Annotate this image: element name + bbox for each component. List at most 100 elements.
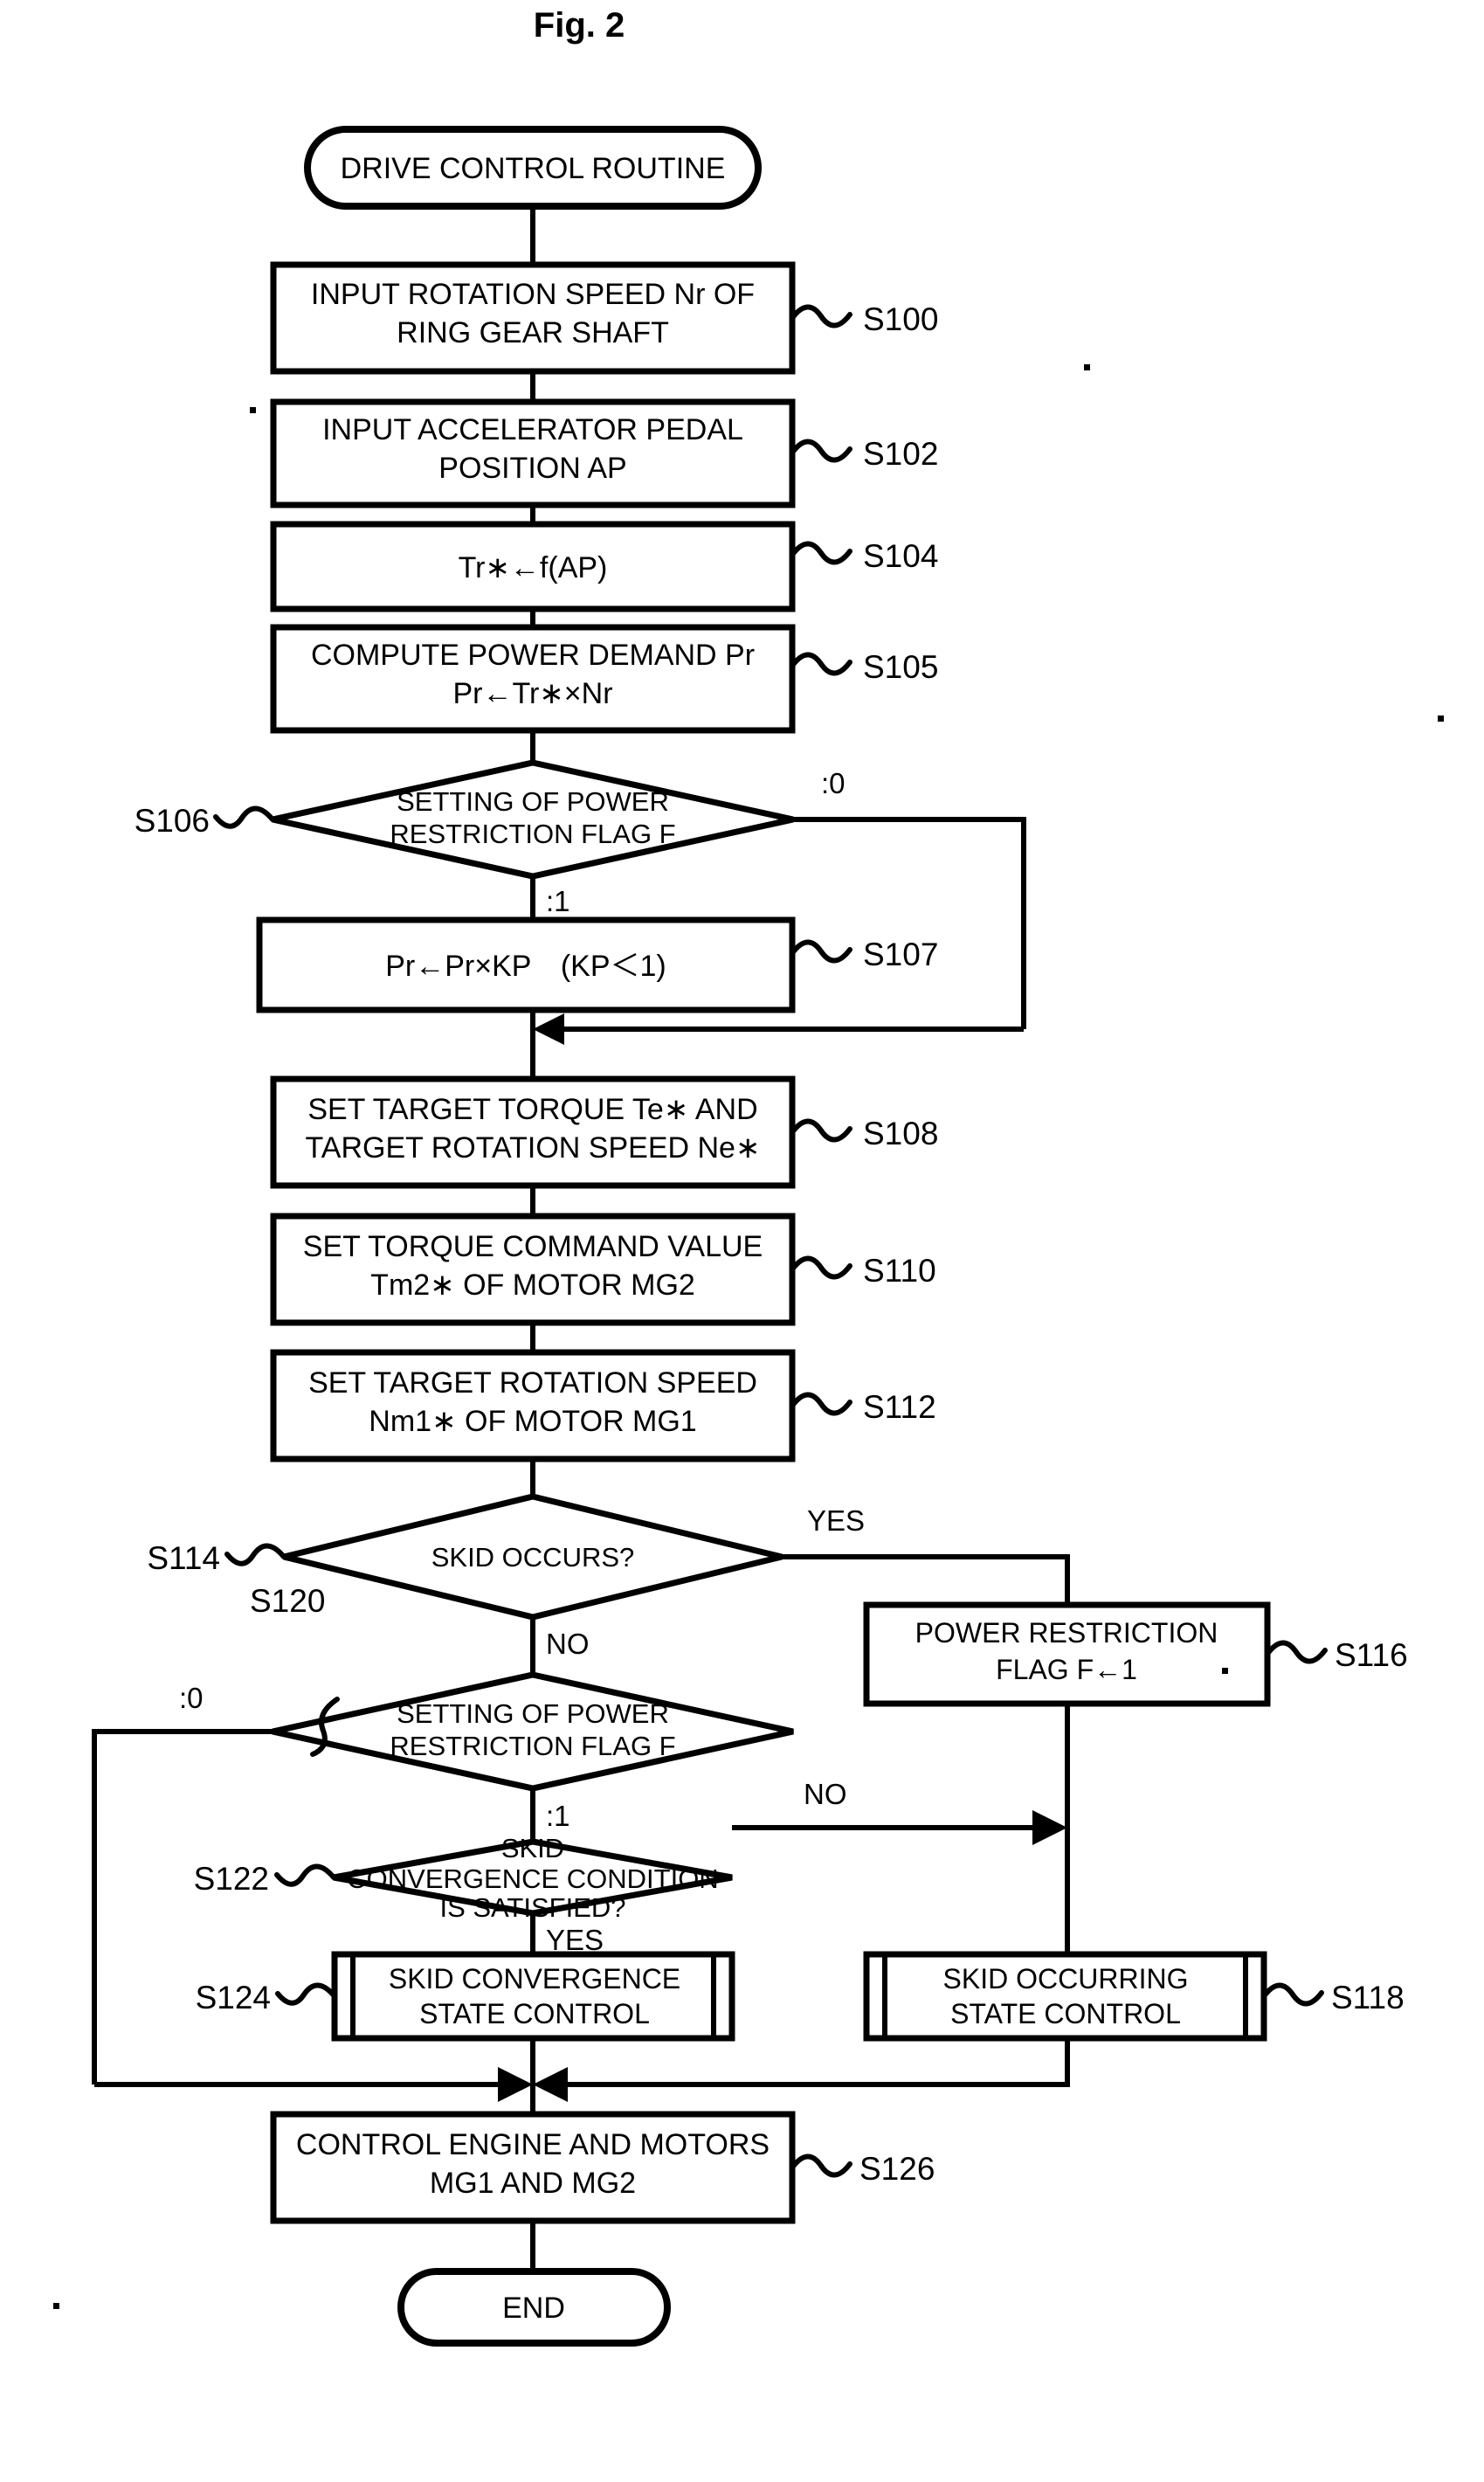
- s114-step-label: S114: [147, 1540, 220, 1576]
- node-end: END: [397, 2268, 671, 2347]
- s114-branch-no-label: NO: [546, 1628, 590, 1660]
- node-s104: Tr∗←f(AP) S104: [270, 521, 938, 612]
- s108-step-squiggle: [790, 1118, 852, 1143]
- node-s116: POWER RESTRICTION FLAG F←1 S116: [863, 1601, 1408, 1707]
- s102-line-2: POSITION AP: [438, 452, 626, 485]
- node-s107: Pr←Pr×KP (KP＜1) S107: [256, 916, 938, 1013]
- s104-step-label: S104: [863, 538, 938, 574]
- s120-branch-one-label: :1: [546, 1800, 570, 1832]
- s118-step-label: S118: [1331, 1980, 1405, 2015]
- s110-step-squiggle: [790, 1255, 852, 1280]
- s106-line-2: RESTRICTION FLAG F: [390, 819, 675, 849]
- s106-step-squiggle: [213, 805, 275, 829]
- s122-line-2: CONVERGENCE CONDITION: [347, 1863, 718, 1894]
- artifact-dot-1: [1084, 364, 1090, 370]
- s124-step-label: S124: [196, 1980, 271, 2015]
- s124-line-2: STATE CONTROL: [419, 1998, 650, 2029]
- s100-step-label: S100: [863, 301, 938, 337]
- flowchart-canvas: Fig. 2 DRIVE CONTROL ROUTINE INPUT ROTAT…: [53, 6, 1444, 2347]
- s105-step-squiggle: [790, 652, 852, 676]
- artifact-dot-5: [53, 2303, 59, 2309]
- connector-s120-zero: [92, 1729, 359, 2084]
- s100-step-squiggle: [790, 304, 852, 328]
- s104-line-1: Tr∗←f(AP): [459, 551, 608, 584]
- s106-line-1: SETTING OF POWER: [397, 786, 669, 817]
- node-s102: INPUT ACCELERATOR PEDAL POSITION AP S102: [270, 398, 938, 508]
- end-terminal-label: END: [502, 2292, 565, 2325]
- s102-line-1: INPUT ACCELERATOR PEDAL: [322, 413, 743, 446]
- s122-step-label: S122: [194, 1861, 269, 1897]
- node-s126: CONTROL ENGINE AND MOTORS MG1 AND MG2 S1…: [270, 2111, 935, 2224]
- s116-step-label: S116: [1335, 1637, 1408, 1673]
- s114-line-1: SKID OCCURS?: [431, 1542, 635, 1573]
- s106-step-label: S106: [135, 803, 210, 839]
- s126-step-squiggle: [790, 2154, 852, 2178]
- arrowhead-left-merge: [498, 2067, 533, 2102]
- s122-branch-yes-label: YES: [546, 1924, 604, 1956]
- s114-step-squiggle: [224, 1543, 286, 1566]
- s112-step-squiggle: [790, 1392, 852, 1416]
- s118-line-1: SKID OCCURRING: [943, 1963, 1189, 1995]
- s120-line-1: SETTING OF POWER: [397, 1698, 669, 1729]
- s106-branch-zero-label: :0: [821, 767, 846, 799]
- s116-line-2: FLAG F←1: [996, 1654, 1137, 1685]
- figure-page: Fig. 2 DRIVE CONTROL ROUTINE INPUT ROTAT…: [0, 0, 1484, 2482]
- node-start: DRIVE CONTROL ROUTINE: [304, 126, 762, 210]
- s120-branch-zero-label: :0: [179, 1682, 204, 1714]
- s112-line-2: Nm1∗ OF MOTOR MG1: [369, 1405, 696, 1438]
- s120-line-2: RESTRICTION FLAG F: [390, 1731, 675, 1761]
- node-s100: INPUT ROTATION SPEED Nr OF RING GEAR SHA…: [270, 261, 938, 375]
- s112-line-1: SET TARGET ROTATION SPEED: [308, 1366, 757, 1400]
- s106-branch-one-label: :1: [546, 885, 570, 917]
- s118-step-squiggle: [1261, 1982, 1324, 2007]
- s122-line-3: IS SATISFIED?: [439, 1892, 625, 1923]
- s114-branch-yes-label: YES: [807, 1504, 865, 1537]
- arrowhead-s122-no: [1032, 1810, 1067, 1845]
- s126-line-2: MG1 AND MG2: [430, 2167, 636, 2200]
- s110-step-label: S110: [863, 1253, 936, 1289]
- node-s114: SKID OCCURS? S114 YES NO: [147, 1493, 865, 1660]
- s116-line-1: POWER RESTRICTION: [915, 1617, 1218, 1649]
- s118-line-2: STATE CONTROL: [950, 1998, 1181, 2029]
- start-terminal-label: DRIVE CONTROL ROUTINE: [341, 152, 726, 185]
- s126-line-1: CONTROL ENGINE AND MOTORS: [296, 2128, 770, 2161]
- s122-branch-no-label: NO: [804, 1778, 847, 1810]
- s105-line-1: COMPUTE POWER DEMAND Pr: [311, 639, 755, 672]
- s105-step-label: S105: [863, 649, 938, 685]
- node-s122: SKID CONVERGENCE CONDITION IS SATISFIED?…: [194, 1778, 847, 1956]
- s110-line-2: Tm2∗ OF MOTOR MG2: [370, 1269, 695, 1302]
- s116-step-squiggle: [1265, 1640, 1328, 1664]
- s105-line-2: Pr←Tr∗×Nr: [452, 677, 612, 710]
- s104-step-squiggle: [790, 541, 852, 565]
- connector-s106-bypass: [793, 817, 1026, 1029]
- s124-step-squiggle: [275, 1982, 337, 2006]
- s108-line-2: TARGET ROTATION SPEED Ne∗: [306, 1131, 761, 1165]
- s108-step-label: S108: [863, 1116, 938, 1151]
- s112-step-label: S112: [863, 1389, 936, 1425]
- node-s120: SETTING OF POWER RESTRICTION FLAG F S120…: [179, 1583, 794, 1832]
- s100-line-1: INPUT ROTATION SPEED Nr OF: [311, 278, 755, 311]
- s107-step-label: S107: [863, 937, 938, 972]
- s100-line-2: RING GEAR SHAFT: [397, 316, 669, 349]
- s126-step-label: S126: [859, 2151, 935, 2187]
- s102-step-squiggle: [790, 439, 852, 463]
- arrowhead-bypass-merge: [533, 1013, 564, 1045]
- node-s108: SET TARGET TORQUE Te∗ AND TARGET ROTATIO…: [270, 1075, 938, 1189]
- s122-line-1: SKID: [501, 1833, 564, 1863]
- connector-s114-yes: [782, 1554, 1070, 1605]
- node-s124: SKID CONVERGENCE STATE CONTROL S124: [196, 1951, 735, 2042]
- artifact-dot-2: [250, 407, 256, 413]
- artifact-dot-3: [1438, 716, 1444, 722]
- s120-step-label: S120: [250, 1583, 325, 1619]
- node-s118: SKID OCCURRING STATE CONTROL S118: [863, 1951, 1405, 2042]
- figure-title: Fig. 2: [534, 6, 625, 45]
- arrowhead-right-merge: [533, 2067, 568, 2102]
- s124-line-1: SKID CONVERGENCE: [389, 1963, 680, 1995]
- s122-step-squiggle: [274, 1863, 336, 1887]
- s102-step-label: S102: [863, 436, 938, 472]
- s107-step-squiggle: [790, 939, 852, 964]
- node-s110: SET TORQUE COMMAND VALUE Tm2∗ OF MOTOR M…: [270, 1213, 936, 1326]
- s108-line-1: SET TARGET TORQUE Te∗ AND: [307, 1093, 757, 1126]
- s107-line-1: Pr←Pr×KP (KP＜1): [385, 950, 666, 983]
- node-s106: SETTING OF POWER RESTRICTION FLAG F S106…: [135, 759, 846, 917]
